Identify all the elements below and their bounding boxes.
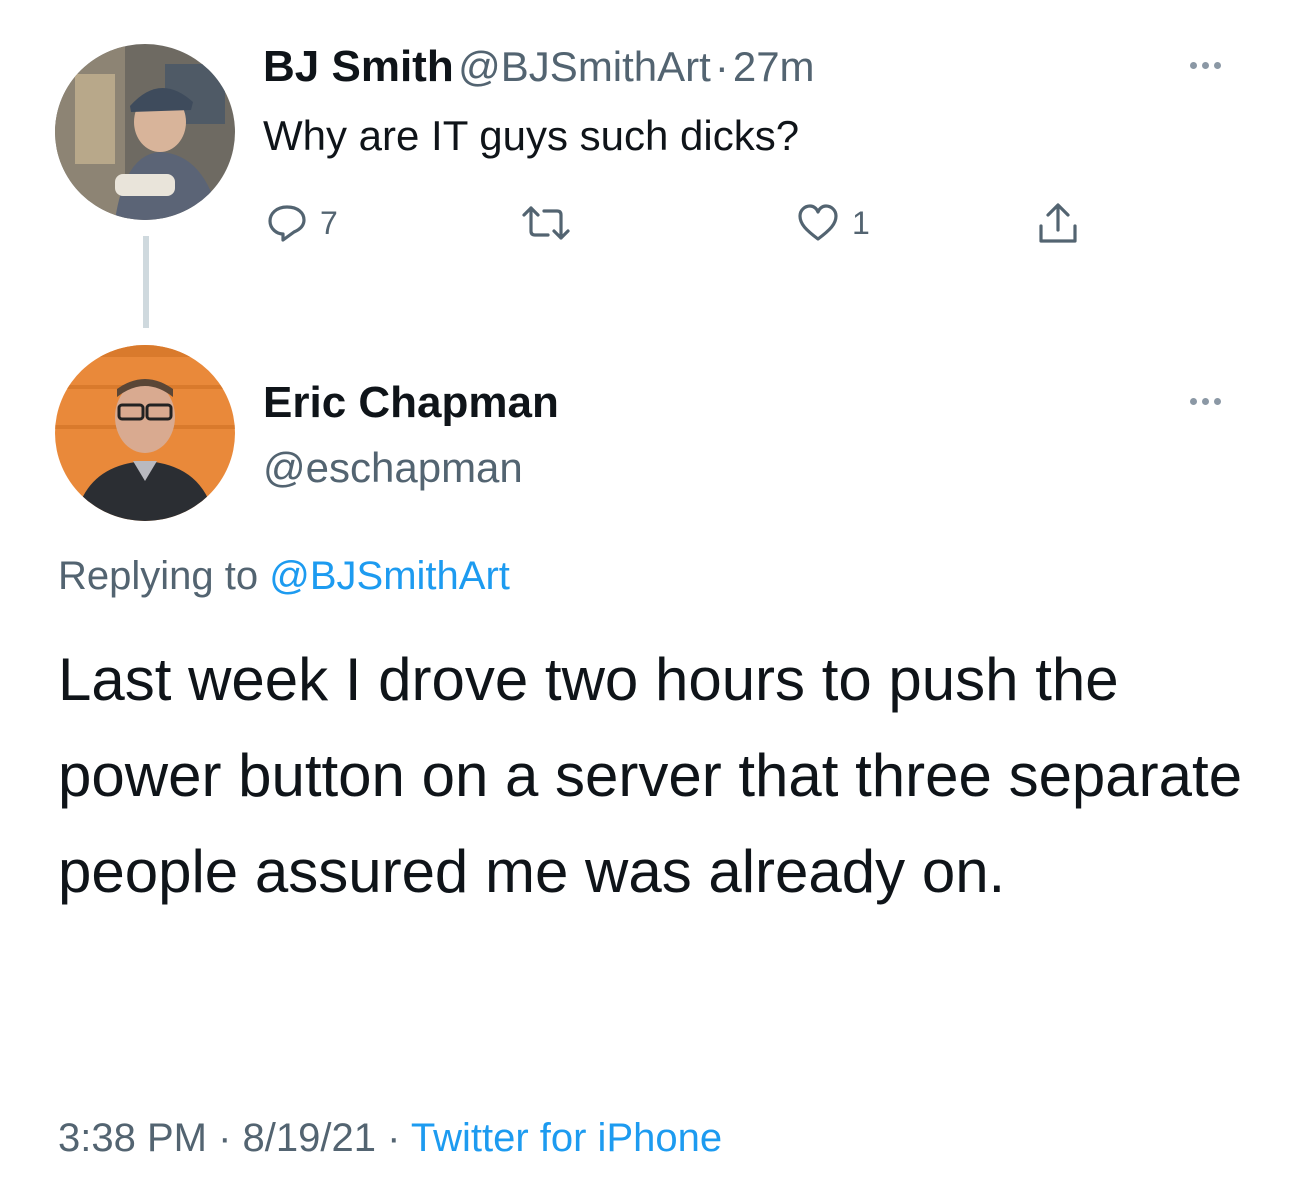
original-tweet-text: Why are IT guys such dicks?	[263, 112, 800, 159]
reply-author-name[interactable]: Eric Chapman	[263, 378, 559, 428]
reply-icon	[266, 203, 308, 243]
tweet-source-link[interactable]: Twitter for iPhone	[411, 1116, 722, 1160]
like-icon	[796, 203, 840, 243]
bj-smith-avatar[interactable]	[55, 44, 235, 220]
reply-tweet-text: Last week I drove two hours to push the …	[58, 646, 1243, 905]
tweet-date[interactable]: 8/19/21	[243, 1116, 376, 1160]
footer-separator-2: ·	[387, 1116, 401, 1160]
original-author-handle[interactable]: @BJSmithArt	[458, 43, 711, 90]
replying-to-handle-link[interactable]: @BJSmithArt	[269, 554, 510, 598]
tweet-time[interactable]: 3:38 PM	[58, 1116, 207, 1160]
original-time-ago[interactable]: 27m	[733, 43, 815, 90]
retweet-button[interactable]	[520, 205, 584, 241]
eric-chapman-avatar[interactable]	[55, 345, 235, 521]
like-button[interactable]: 1	[796, 203, 870, 243]
share-button[interactable]	[1036, 200, 1080, 246]
like-count: 1	[852, 204, 870, 241]
reply-author-handle[interactable]: @eschapman	[263, 444, 523, 492]
reply-more-icon[interactable]	[1190, 398, 1221, 405]
tweet-metadata-footer: 3:38 PM · 8/19/21 · Twitter for iPhone	[58, 1116, 722, 1161]
reply-count: 7	[320, 204, 338, 241]
replying-prefix: Replying to	[58, 554, 259, 598]
share-icon	[1036, 200, 1080, 246]
thread-connector-line	[143, 236, 149, 328]
original-author-name[interactable]: BJ Smith	[263, 42, 454, 91]
retweet-icon	[520, 205, 572, 241]
reply-button[interactable]: 7	[266, 203, 338, 243]
more-icon[interactable]	[1190, 62, 1221, 69]
header-separator: ·	[714, 43, 729, 90]
footer-separator-1: ·	[218, 1116, 232, 1160]
replying-to-line: Replying to @BJSmithArt	[58, 554, 510, 599]
original-tweet-header: BJ Smith @BJSmithArt·27m	[263, 42, 815, 92]
